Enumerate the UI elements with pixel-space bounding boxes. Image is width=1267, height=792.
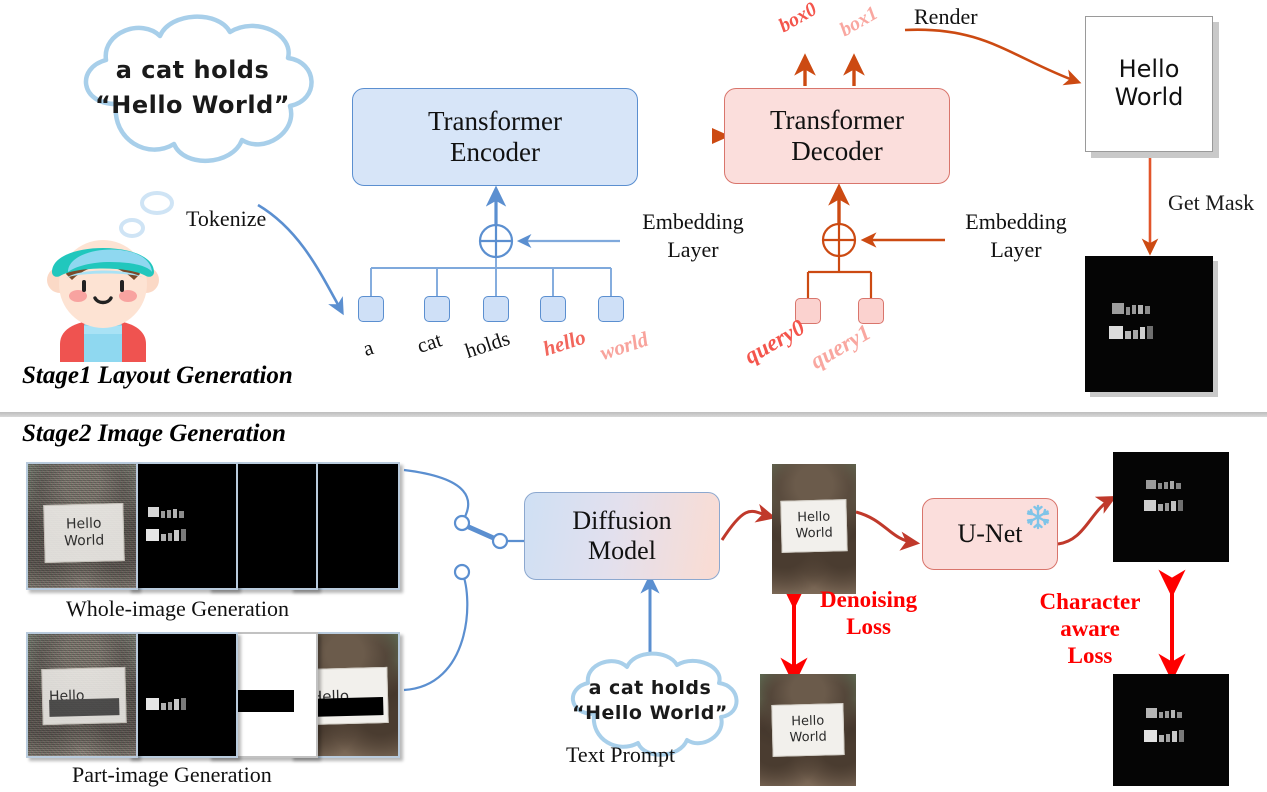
whole-image-mask-slide bbox=[128, 462, 238, 590]
token-box-2[interactable] bbox=[483, 296, 509, 322]
snowflake-icon bbox=[1026, 504, 1050, 530]
part-image-caption: Part-image Generation bbox=[72, 762, 272, 787]
embedding-right-line-2: Layer bbox=[990, 236, 1042, 262]
get-mask-label: Get Mask bbox=[1168, 190, 1255, 215]
token-label-4: world bbox=[597, 326, 652, 365]
char-loss-line-1: Character bbox=[1039, 589, 1141, 614]
stage1-mask-panel bbox=[1085, 256, 1213, 392]
token-label-2: holds bbox=[462, 325, 513, 363]
unet-label: U-Net bbox=[957, 519, 1023, 549]
embedding-layer-left: Embedding Layer bbox=[628, 208, 758, 263]
transformer-decoder-box[interactable]: Transformer Decoder bbox=[724, 88, 950, 184]
part-image-noisy-slide: Hello bbox=[26, 632, 138, 758]
embedding-left-line-1: Embedding bbox=[642, 209, 744, 234]
whole-image-noisy-slide: Hello World bbox=[26, 462, 138, 590]
token-label-0: a bbox=[360, 335, 377, 361]
prompt-line-1: a cat holds bbox=[115, 56, 270, 84]
box-output-label-1: box1 bbox=[836, 2, 882, 42]
denoising-loss-line-1: Denoising bbox=[820, 587, 918, 612]
embedding-right-line-1: Embedding bbox=[965, 209, 1067, 234]
embedding-left-line-2: Layer bbox=[667, 236, 719, 262]
whole-image-caption: Whole-image Generation bbox=[66, 596, 289, 621]
groundtruth-image-bottom: Hello World bbox=[760, 674, 856, 786]
token-box-4[interactable] bbox=[598, 296, 624, 322]
part-image-mask-slide bbox=[128, 632, 238, 758]
token-box-0[interactable] bbox=[358, 296, 384, 322]
token-label-3: hello bbox=[540, 324, 589, 361]
diffusion-model-box[interactable]: Diffusion Model bbox=[524, 492, 720, 580]
stage1-title: Stage1 Layout Generation bbox=[22, 362, 293, 389]
gen-bottom-sign-line-2: World bbox=[789, 729, 828, 746]
rendered-layout-card: Hello World bbox=[1085, 16, 1213, 152]
stage-divider bbox=[0, 412, 1267, 417]
token-box-3[interactable] bbox=[540, 296, 566, 322]
whole-sign-line-2: World bbox=[63, 532, 105, 550]
render-card-line-2: World bbox=[1114, 83, 1184, 111]
render-label: Render bbox=[914, 4, 978, 29]
target-mask-panel bbox=[1113, 674, 1229, 786]
prompt-thought-cloud: a cat holds “Hello World” bbox=[50, 8, 335, 193]
prompt-line-2: “Hello World” bbox=[94, 91, 291, 119]
embedding-layer-right: Embedding Layer bbox=[950, 208, 1082, 263]
generated-image-top: Hello World bbox=[772, 464, 856, 594]
decoder-line-1: Transformer bbox=[770, 104, 904, 135]
gen-top-sign-line-1: Hello bbox=[797, 509, 831, 526]
diffusion-line-2: Model bbox=[588, 536, 656, 565]
denoising-loss-line-2: Loss bbox=[846, 614, 891, 640]
tokenize-label: Tokenize bbox=[186, 206, 267, 231]
decoder-line-2: Decoder bbox=[791, 136, 883, 166]
char-loss-line-2: aware bbox=[1060, 616, 1120, 642]
encoder-line-1: Transformer bbox=[428, 105, 562, 136]
box-output-label-0: box0 bbox=[775, 0, 821, 38]
predicted-mask-panel bbox=[1113, 452, 1229, 562]
query-label-0: query0 bbox=[740, 314, 809, 369]
stage2-title: Stage2 Image Generation bbox=[22, 420, 286, 447]
encoder-line-2: Encoder bbox=[450, 137, 540, 167]
whole-sign-line-1: Hello bbox=[65, 515, 102, 533]
render-card-line-1: Hello bbox=[1118, 55, 1180, 84]
figure-canvas: a cat holds “Hello World” Tokenize Trans… bbox=[0, 0, 1267, 792]
user-avatar bbox=[47, 240, 159, 362]
text-prompt-line-1: a cat holds bbox=[588, 677, 712, 699]
query-label-1: query1 bbox=[806, 319, 875, 374]
token-label-1: cat bbox=[414, 327, 445, 358]
transformer-encoder-box[interactable]: Transformer Encoder bbox=[352, 88, 638, 186]
gen-top-sign-line-2: World bbox=[795, 525, 834, 542]
character-aware-loss-label: Character aware Loss bbox=[1030, 588, 1150, 669]
text-prompt-line-2: “Hello World” bbox=[572, 702, 728, 724]
gen-bottom-sign-line-1: Hello bbox=[791, 713, 825, 730]
text-prompt-caption: Text Prompt bbox=[566, 742, 676, 767]
denoising-loss-label: Denoising Loss bbox=[820, 586, 917, 640]
char-loss-line-3: Loss bbox=[1067, 643, 1113, 669]
diffusion-line-1: Diffusion bbox=[572, 506, 672, 536]
token-box-1[interactable] bbox=[424, 296, 450, 322]
